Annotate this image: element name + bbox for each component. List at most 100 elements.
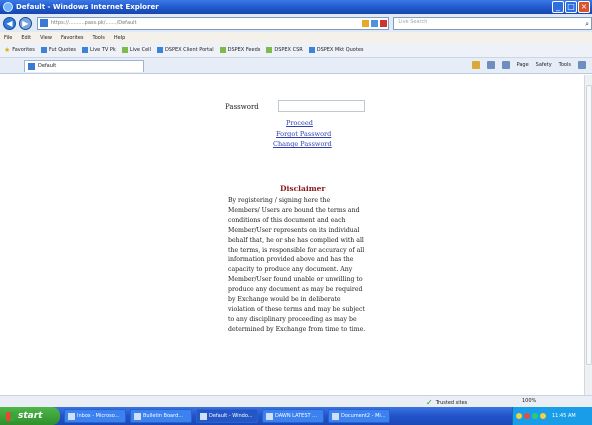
taskbar-item[interactable]: DAWN LATEST ... <box>262 409 324 423</box>
security-zone: ✓ Trusted sites <box>426 398 467 407</box>
app-icon <box>332 412 339 420</box>
address-url: https://..........pass.pk/......./Defaul… <box>50 20 137 26</box>
windows-flag-icon <box>6 411 15 421</box>
scrollbar-thumb[interactable] <box>586 85 592 365</box>
taskbar-item[interactable]: Document2 - Mi... <box>328 409 390 423</box>
vertical-scrollbar[interactable] <box>584 75 592 395</box>
back-button[interactable]: ◀ <box>3 16 16 30</box>
taskbar-item[interactable]: Default - Windo... <box>196 409 258 423</box>
system-tray: 11:45 AM <box>512 407 592 425</box>
disclaimer-line: Members/ Users are bound the terms and <box>228 206 360 214</box>
tray-icon[interactable] <box>524 413 530 419</box>
disclaimer-line: produce any document as may be required <box>228 286 363 294</box>
zone-label: Trusted sites <box>435 399 468 406</box>
page-menu[interactable]: Page <box>517 62 529 68</box>
command-bar: Page Safety Tools <box>471 61 586 69</box>
zoom-label: 100% <box>522 398 537 404</box>
favorites-link[interactable]: Live Cell <box>121 47 151 53</box>
link-icon <box>266 47 273 53</box>
disclaimer-line: Member/User represents on its individual <box>228 226 360 234</box>
menu-file[interactable]: File <box>4 35 12 41</box>
disclaimer-line: by Exchange would be in deliberate <box>228 296 341 304</box>
disclaimer-line: behalf that, he or she has complied with… <box>228 236 364 244</box>
star-icon: ★ <box>4 46 11 54</box>
check-icon: ✓ <box>426 398 433 407</box>
window-controls: _ □ × <box>552 1 590 13</box>
tray-icon[interactable] <box>540 413 546 419</box>
disclaimer-line: determined by Exchange from time to time… <box>228 325 366 333</box>
taskbar-item[interactable]: Inbox - Microso... <box>64 409 126 423</box>
forgot-password-link[interactable]: Forgot Password <box>276 130 331 138</box>
print-icon[interactable] <box>501 61 510 69</box>
tab-default[interactable]: Default <box>24 59 144 72</box>
link-icon <box>40 47 47 53</box>
address-input[interactable]: https://..........pass.pk/......./Defaul… <box>36 16 390 30</box>
title-bar: Default - Windows Internet Explorer _ □ … <box>0 0 592 14</box>
disclaimer-line: violation of these terms and may be subj… <box>228 305 365 313</box>
zoom-control[interactable]: 100% <box>522 398 536 404</box>
forward-button[interactable]: ▶ <box>18 16 32 30</box>
disclaimer-line: By registering / signing here the <box>228 197 331 204</box>
clock: 11:45 AM <box>552 413 576 419</box>
help-icon[interactable] <box>578 61 586 69</box>
refresh-icon[interactable] <box>371 19 379 27</box>
password-label: Password <box>225 103 259 111</box>
menu-bar: File Edit View Favorites Tools Help <box>0 32 592 43</box>
menu-view[interactable]: View <box>40 35 52 41</box>
change-password-link[interactable]: Change Password <box>273 140 332 148</box>
ie-logo-icon <box>3 2 13 12</box>
disclaimer-line: capacity to produce any document. Any <box>228 266 353 274</box>
safety-menu[interactable]: Safety <box>536 62 552 68</box>
disclaimer-title: Disclaimer <box>280 184 326 193</box>
menu-favorites[interactable]: Favorites <box>61 35 84 41</box>
app-icon <box>266 412 273 420</box>
page-icon <box>39 19 48 27</box>
favorites-bar: ★ Favorites Fut Quotes Live TV Pk Live Ce… <box>0 43 592 58</box>
minimize-button[interactable]: _ <box>552 1 564 13</box>
search-input[interactable]: Live Search ⌕ <box>393 16 592 30</box>
password-field[interactable] <box>278 100 365 112</box>
favorites-link[interactable]: DSPEX Feeds <box>219 47 260 53</box>
app-icon <box>200 412 207 420</box>
tools-menu[interactable]: Tools <box>559 62 571 68</box>
address-toolbar: ◀ ▶ https://..........pass.pk/......./De… <box>0 14 592 32</box>
tab-label: Default <box>38 63 57 69</box>
window-title: Default - Windows Internet Explorer <box>16 3 159 11</box>
disclaimer-line: the terms, is responsible for accuracy o… <box>228 246 365 254</box>
feeds-icon[interactable] <box>486 61 495 69</box>
favorites-link[interactable]: DSPEX Client Portal <box>156 47 214 53</box>
tray-icon[interactable] <box>516 413 522 419</box>
disclaimer-line: conditions of this document and each <box>228 216 346 224</box>
favorites-link[interactable]: DSPEX CSR <box>266 47 303 53</box>
link-icon <box>308 47 315 53</box>
favorites-button[interactable]: ★ Favorites <box>4 46 35 54</box>
stop-icon[interactable] <box>380 19 388 27</box>
link-icon <box>156 47 163 53</box>
link-icon <box>219 47 226 53</box>
app-icon <box>134 412 141 420</box>
tray-icon[interactable] <box>532 413 538 419</box>
favorites-link[interactable]: DSPEX Mkt Quotes <box>308 47 364 53</box>
app-icon <box>68 412 75 420</box>
menu-tools[interactable]: Tools <box>93 35 105 41</box>
menu-help[interactable]: Help <box>114 35 125 41</box>
search-icon[interactable]: ⌕ <box>585 20 589 29</box>
maximize-button[interactable]: □ <box>565 1 577 13</box>
home-icon[interactable] <box>471 61 480 69</box>
disclaimer-line: to any disciplinary proceeding as may be <box>228 315 357 323</box>
status-bar: ✓ Trusted sites 100% <box>0 395 592 407</box>
page-icon <box>28 62 35 70</box>
taskbar-item[interactable]: Bulletin Board... <box>130 409 192 423</box>
disclaimer-line: Member/User found unable or unwilling to <box>228 276 363 284</box>
close-button[interactable]: × <box>578 1 590 13</box>
disclaimer-line: information provided above and has the <box>228 256 354 264</box>
taskbar: start Inbox - Microso... Bulletin Board.… <box>0 407 592 425</box>
lock-icon[interactable] <box>362 19 370 27</box>
disclaimer-text: By registering / signing here the Member… <box>228 196 376 335</box>
proceed-link[interactable]: Proceed <box>286 119 313 127</box>
search-placeholder: Live Search <box>398 18 428 25</box>
favorites-link[interactable]: Fut Quotes <box>40 47 76 53</box>
favorites-link[interactable]: Live TV Pk <box>82 47 116 53</box>
menu-edit[interactable]: Edit <box>21 35 31 41</box>
start-button[interactable]: start <box>0 407 60 425</box>
